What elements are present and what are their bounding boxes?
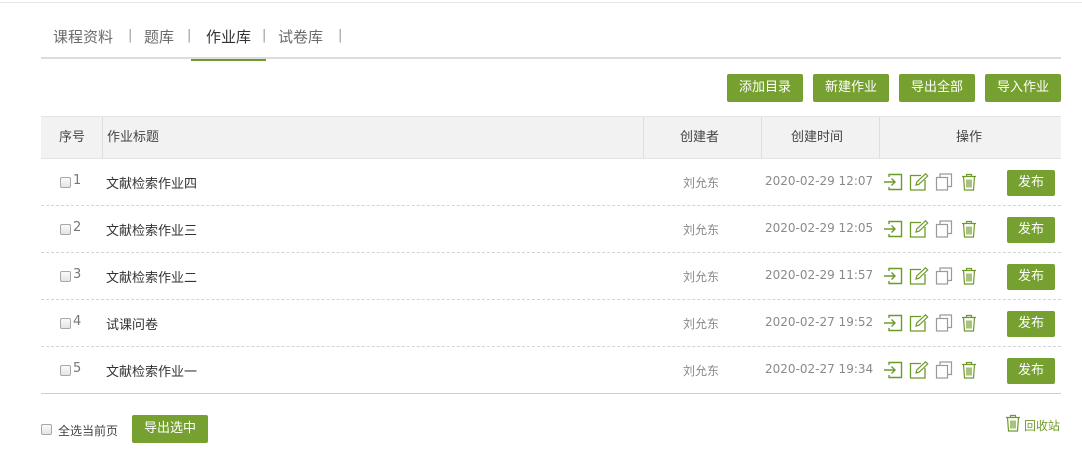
- row-index: 5: [73, 361, 82, 376]
- header-created-time: 创建时间: [791, 130, 844, 145]
- row-created-time: 2020-02-29 12:07: [765, 174, 874, 188]
- edit-icon[interactable]: [909, 172, 929, 193]
- header-creator: 创建者: [680, 130, 720, 145]
- row-index: 1: [73, 173, 82, 188]
- row-created-time: 2020-02-27 19:52: [765, 315, 874, 329]
- publish-button[interactable]: 发布: [1007, 170, 1055, 196]
- header-title: 作业标题: [107, 130, 160, 145]
- row-checkbox[interactable]: [60, 271, 71, 282]
- export-all-button[interactable]: 导出全部: [899, 74, 975, 102]
- table-row: 3 文献检索作业二 刘允东 2020-02-29 11:57 发布: [41, 253, 1061, 300]
- row-index: 4: [73, 314, 82, 329]
- recycle-bin-label: 回收站: [1024, 419, 1061, 433]
- table-header: 序号 作业标题 创建者 创建时间 操作: [41, 116, 1061, 159]
- tab-separator: |: [338, 28, 343, 43]
- trash-icon[interactable]: [960, 267, 980, 287]
- row-checkbox[interactable]: [60, 318, 71, 329]
- row-creator: 刘允东: [683, 270, 720, 284]
- copy-icon[interactable]: [935, 361, 955, 381]
- top-divider: [0, 2, 1082, 3]
- header-divider: [879, 117, 880, 158]
- copy-icon[interactable]: [935, 267, 955, 287]
- trash-icon[interactable]: [960, 173, 980, 193]
- tab-separator: |: [262, 28, 267, 43]
- row-checkbox[interactable]: [60, 224, 71, 235]
- header-divider: [761, 117, 762, 158]
- trash-icon[interactable]: [960, 314, 980, 334]
- move-icon[interactable]: [883, 267, 903, 287]
- tab-homework-bank[interactable]: 作业库: [191, 26, 266, 61]
- copy-icon[interactable]: [935, 220, 955, 240]
- header-index: 序号: [59, 130, 86, 145]
- row-title[interactable]: 试课问卷: [106, 314, 158, 333]
- tab-question-bank[interactable]: 题库: [144, 26, 174, 58]
- row-created-time: 2020-02-29 11:57: [765, 268, 874, 282]
- header-divider: [102, 117, 103, 158]
- move-icon[interactable]: [883, 314, 903, 334]
- copy-icon[interactable]: [935, 173, 955, 193]
- select-all-checkbox[interactable]: [41, 424, 52, 435]
- move-icon[interactable]: [883, 173, 903, 193]
- trash-icon: [1006, 414, 1020, 432]
- row-creator: 刘允东: [683, 364, 720, 378]
- publish-button[interactable]: 发布: [1007, 264, 1055, 290]
- publish-button[interactable]: 发布: [1007, 217, 1055, 243]
- move-icon[interactable]: [883, 361, 903, 381]
- row-title[interactable]: 文献检索作业三: [106, 220, 197, 239]
- row-title[interactable]: 文献检索作业二: [106, 267, 197, 286]
- edit-icon[interactable]: [909, 219, 929, 240]
- select-all-label: 全选当前页: [58, 424, 119, 438]
- row-created-time: 2020-02-29 12:05: [765, 221, 874, 235]
- row-checkbox[interactable]: [60, 365, 71, 376]
- header-actions: 操作: [956, 130, 983, 145]
- move-icon[interactable]: [883, 220, 903, 240]
- row-creator: 刘允东: [683, 223, 720, 237]
- publish-button[interactable]: 发布: [1007, 358, 1055, 384]
- tab-separator: |: [128, 28, 133, 43]
- export-selected-button[interactable]: 导出选中: [132, 415, 208, 443]
- tab-exam-bank[interactable]: 试卷库: [278, 26, 323, 58]
- row-created-time: 2020-02-27 19:34: [765, 362, 874, 376]
- edit-icon[interactable]: [909, 266, 929, 287]
- row-index: 2: [73, 220, 82, 235]
- add-catalog-button[interactable]: 添加目录: [727, 74, 803, 102]
- import-homework-button[interactable]: 导入作业: [985, 74, 1061, 102]
- table-row: 1 文献检索作业四 刘允东 2020-02-29 12:07 发布: [41, 159, 1061, 206]
- trash-icon[interactable]: [960, 220, 980, 240]
- row-creator: 刘允东: [683, 317, 720, 331]
- new-homework-button[interactable]: 新建作业: [813, 74, 889, 102]
- edit-icon[interactable]: [909, 313, 929, 334]
- row-creator: 刘允东: [683, 176, 720, 190]
- trash-icon[interactable]: [960, 361, 980, 381]
- row-title[interactable]: 文献检索作业一: [106, 361, 197, 380]
- row-checkbox[interactable]: [60, 177, 71, 188]
- publish-button[interactable]: 发布: [1007, 311, 1055, 337]
- tab-bar: 课程资料 | 题库 | 作业库 | 试卷库 |: [41, 22, 1061, 61]
- table-row: 2 文献检索作业三 刘允东 2020-02-29 12:05 发布: [41, 206, 1061, 253]
- tab-course-materials[interactable]: 课程资料: [53, 26, 113, 58]
- table-row: 5 文献检索作业一 刘允东 2020-02-27 19:34 发布: [41, 347, 1061, 394]
- row-index: 3: [73, 267, 82, 282]
- header-divider: [643, 117, 644, 158]
- edit-icon[interactable]: [909, 360, 929, 381]
- copy-icon[interactable]: [935, 314, 955, 334]
- table-row: 4 试课问卷 刘允东 2020-02-27 19:52 发布: [41, 300, 1061, 347]
- row-title[interactable]: 文献检索作业四: [106, 173, 197, 192]
- recycle-bin-link[interactable]: 回收站: [1005, 414, 1060, 434]
